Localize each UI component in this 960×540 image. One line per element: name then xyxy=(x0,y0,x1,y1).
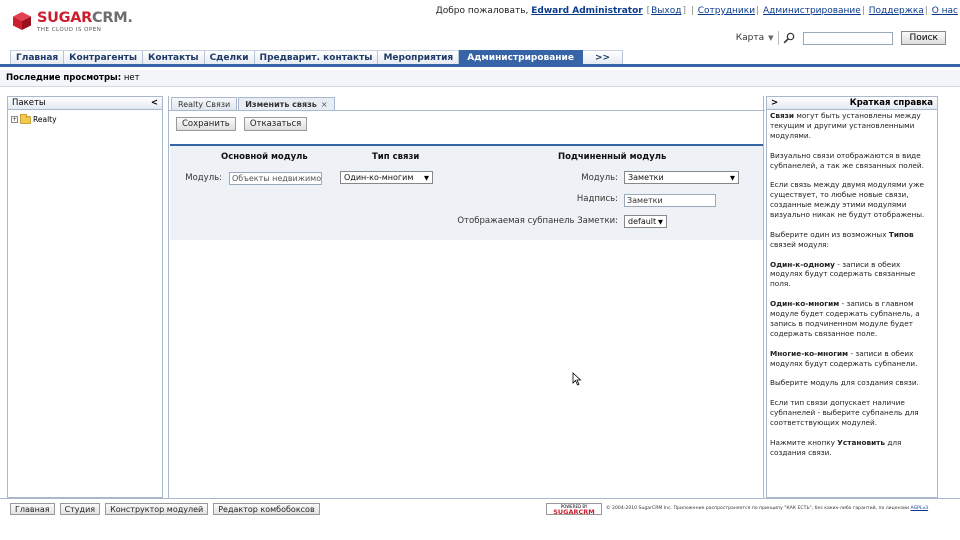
packages-panel: Пакеты < + Realty xyxy=(7,96,163,498)
logo-tagline: THE CLOUD IS OPEN xyxy=(37,27,102,33)
footer-home-button[interactable]: Главная xyxy=(10,503,55,515)
cancel-button[interactable]: Отказаться xyxy=(243,117,308,131)
search-input[interactable] xyxy=(803,31,894,45)
chevron-down-icon: ▼ xyxy=(730,173,735,182)
tree-item-label[interactable]: Realty xyxy=(33,115,57,124)
quick-help-panel: > Краткая справка Связи могут быть устан… xyxy=(766,96,938,498)
save-button[interactable]: Сохранить xyxy=(176,117,236,131)
license-link[interactable]: AGPLv3 xyxy=(911,506,929,511)
footer-buttons: Главная Студия Конструктор модулей Редак… xyxy=(10,503,325,515)
quick-help-header: > Краткая справка xyxy=(767,97,937,110)
relationship-form: Основной модуль Тип связи Подчиненный мо… xyxy=(170,144,763,240)
collapse-left-icon[interactable]: < xyxy=(151,98,158,108)
logo-wordmark: SUGARCRM. xyxy=(37,10,133,26)
chevron-down-icon: ▼ xyxy=(424,173,429,182)
search-icon[interactable] xyxy=(783,32,795,44)
recent-label: Последние просмотры: xyxy=(6,73,122,83)
tab-home[interactable]: Главная xyxy=(10,50,65,64)
chevron-down-icon[interactable]: ▼ xyxy=(768,34,773,42)
primary-module-field: Объекты недвижимост xyxy=(229,172,322,185)
about-link[interactable]: О нас xyxy=(932,6,958,16)
copyright-text: © 2004-2010 SugarCRM Inc. Приложение рас… xyxy=(606,506,929,511)
logout-link[interactable]: Выход xyxy=(651,6,681,16)
close-icon[interactable]: × xyxy=(321,100,328,109)
folder-icon xyxy=(20,113,31,124)
module-tabs: Главная Контрагенты Контакты Сделки Пред… xyxy=(0,50,960,67)
relationship-type-select[interactable]: Один-ко-многим ▼ xyxy=(340,171,433,184)
powered-by-badge[interactable]: POWERED BY SUGARCRM xyxy=(546,503,602,515)
tab-edit-relationship-label: Изменить связь xyxy=(245,99,317,109)
relationship-type-value: Один-ко-многим xyxy=(344,173,414,182)
sitemap-link[interactable]: Карта xyxy=(736,33,764,43)
related-module-label: Модуль: xyxy=(581,173,618,183)
admin-link[interactable]: Администрирование xyxy=(763,6,861,16)
editor-tabs: Realty Связи Изменить связь × xyxy=(171,97,336,110)
footer-module-builder-button[interactable]: Конструктор модулей xyxy=(105,503,209,515)
subpanel-value: default xyxy=(628,217,657,226)
primary-module-header: Основной модуль xyxy=(221,152,308,162)
subpanel-select[interactable]: default ▼ xyxy=(624,215,667,228)
primary-module-label: Модуль: xyxy=(185,173,222,183)
recent-value: нет xyxy=(123,73,140,83)
recently-viewed-bar: Последние просмотры: нет xyxy=(0,70,960,87)
welcome-text: Добро пожаловать, xyxy=(435,6,529,16)
related-module-header: Подчиненный модуль xyxy=(558,152,667,162)
action-buttons: Сохранить Отказаться xyxy=(176,117,315,131)
caption-input[interactable]: Заметки xyxy=(624,194,716,207)
tab-more[interactable]: >> xyxy=(582,50,624,64)
tab-opportunities[interactable]: Сделки xyxy=(204,50,255,64)
subpanel-label: Отображаемая субпанель Заметки: xyxy=(457,216,618,226)
employees-link[interactable]: Сотрудники xyxy=(698,6,755,16)
mouse-cursor-icon xyxy=(572,372,582,386)
header: SUGARCRM. THE CLOUD IS OPEN Добро пожало… xyxy=(0,0,960,50)
packages-title: Пакеты xyxy=(12,98,46,108)
related-module-value: Заметки xyxy=(628,173,664,182)
support-link[interactable]: Поддержка xyxy=(869,6,924,16)
quick-help-text: Связи могут быть установлены между текущ… xyxy=(770,111,925,457)
quick-help-title: Краткая справка xyxy=(849,98,933,108)
tab-accounts[interactable]: Контрагенты xyxy=(64,50,144,64)
welcome-bar: Добро пожаловать, Edward Administrator [… xyxy=(435,6,958,16)
related-module-select[interactable]: Заметки ▼ xyxy=(624,171,739,184)
expand-icon[interactable]: + xyxy=(11,116,18,123)
packages-panel-header: Пакеты < xyxy=(8,97,162,110)
caption-label: Надпись: xyxy=(576,194,618,204)
tab-contacts[interactable]: Контакты xyxy=(143,50,205,64)
footer-studio-button[interactable]: Студия xyxy=(59,503,101,515)
chevron-down-icon: ▼ xyxy=(658,217,663,226)
tab-edit-relationship[interactable]: Изменить связь × xyxy=(238,97,335,110)
relationship-type-header: Тип связи xyxy=(372,152,420,162)
sugarcrm-logo[interactable]: SUGARCRM. THE CLOUD IS OPEN xyxy=(12,11,133,33)
tab-leads[interactable]: Предварит. контакты xyxy=(254,50,379,64)
tree-item-realty[interactable]: + Realty xyxy=(11,113,162,124)
cube-logo-icon xyxy=(13,12,31,30)
tab-administration[interactable]: Администрирование xyxy=(459,50,583,64)
search-bar: Карта ▼ Поиск xyxy=(736,31,946,45)
edit-relationship-panel: Realty Связи Изменить связь × Сохранить … xyxy=(168,96,765,498)
tab-realty-relationships[interactable]: Realty Связи xyxy=(171,97,238,110)
expand-help-icon[interactable]: > xyxy=(771,98,778,108)
search-button[interactable]: Поиск xyxy=(901,31,946,45)
footer-dropdown-editor-button[interactable]: Редактор комбобоксов xyxy=(213,503,320,515)
user-link[interactable]: Edward Administrator xyxy=(531,6,642,16)
footer: Главная Студия Конструктор модулей Редак… xyxy=(0,498,960,518)
tab-activities[interactable]: Мероприятия xyxy=(378,50,460,64)
